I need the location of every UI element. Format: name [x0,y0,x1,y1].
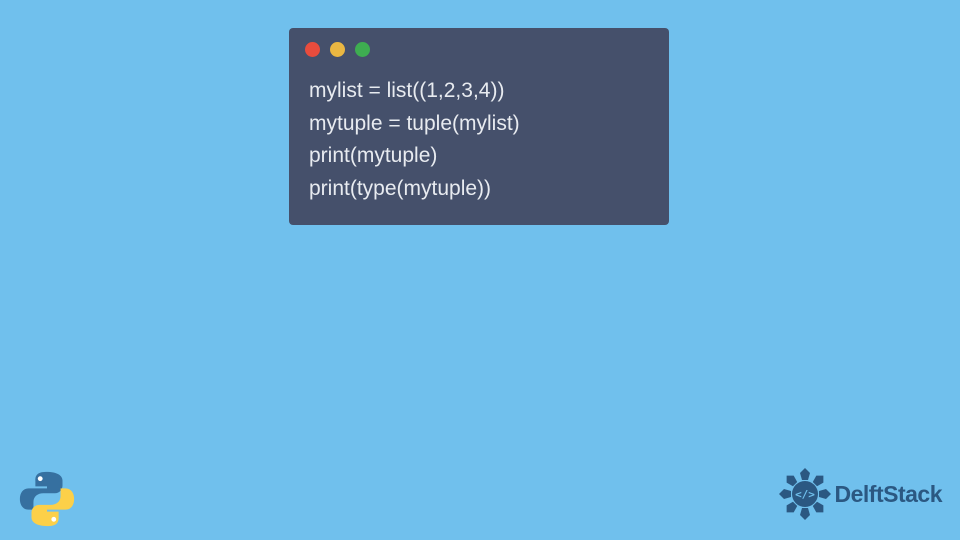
window-controls [289,28,669,67]
delftstack-text: DelftStack [835,481,942,508]
code-line: print(type(mytuple)) [309,173,649,206]
code-content: mylist = list((1,2,3,4)) mytuple = tuple… [289,67,669,209]
code-line: mytuple = tuple(mylist) [309,108,649,141]
code-window: mylist = list((1,2,3,4)) mytuple = tuple… [289,28,669,225]
delftstack-logo: </> DelftStack [777,466,942,522]
svg-text:</>: </> [795,488,815,501]
code-line: mylist = list((1,2,3,4)) [309,75,649,108]
code-line: print(mytuple) [309,140,649,173]
window-maximize-icon [355,42,370,57]
window-minimize-icon [330,42,345,57]
python-logo-icon [16,468,78,530]
window-close-icon [305,42,320,57]
delftstack-badge-icon: </> [777,466,833,522]
